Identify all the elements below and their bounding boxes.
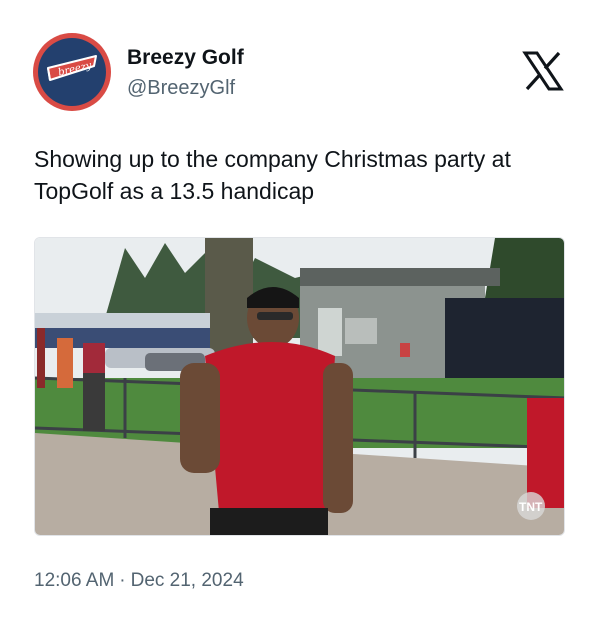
x-logo-icon[interactable] (522, 50, 564, 92)
tweet-text: Showing up to the company Christmas part… (34, 146, 511, 204)
tweet-media-image[interactable]: TNT (34, 237, 565, 536)
svg-text:TNT: TNT (519, 500, 543, 514)
user-handle[interactable]: @BreezyGlf (127, 76, 235, 100)
tweet-timestamp[interactable]: 12:06 AM · Dec 21, 2024 (34, 569, 244, 593)
separator-dot: · (119, 570, 126, 591)
breezy-pennant-logo-icon: breezy (38, 38, 106, 106)
avatar[interactable]: breezy (33, 33, 111, 111)
tweet-time: 12:06 AM (34, 570, 115, 591)
tweet-card: breezy Breezy Golf @BreezyGlf Showing up… (0, 0, 599, 625)
svg-text:breezy: breezy (57, 60, 93, 78)
tweet-date: Dec 21, 2024 (130, 570, 244, 591)
display-name[interactable]: Breezy Golf (127, 45, 244, 71)
